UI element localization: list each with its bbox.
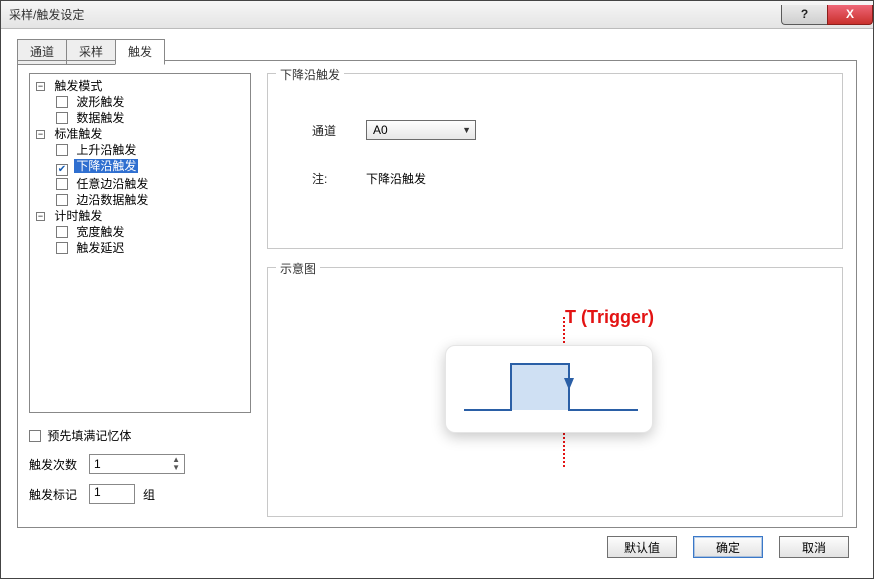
collapse-icon[interactable]: −	[36, 130, 45, 139]
note-label: 注:	[312, 170, 366, 187]
titlebar-buttons: ? X	[781, 5, 873, 25]
falling-edge-waveform-icon	[446, 346, 654, 434]
titlebar: 采样/触发设定 ? X	[1, 1, 873, 29]
waveform-card	[445, 345, 653, 433]
tree-item-width-trigger[interactable]: 宽度触发	[32, 224, 248, 240]
groupbox-falling-edge: 下降沿触发 通道 A0 ▼ 注: 下降沿触发	[267, 73, 843, 249]
tree-group-trigger-mode[interactable]: − 触发模式	[32, 78, 248, 94]
checkbox[interactable]	[56, 194, 68, 206]
checkbox[interactable]	[56, 164, 68, 176]
trigger-mark-label: 触发标记	[29, 486, 89, 503]
prefill-checkbox[interactable]	[29, 430, 41, 442]
collapse-icon[interactable]: −	[36, 212, 45, 221]
tree-item-edge-data[interactable]: 边沿数据触发	[32, 192, 248, 208]
channel-combobox[interactable]: A0 ▼	[366, 120, 476, 140]
channel-label: 通道	[312, 122, 366, 139]
checkbox[interactable]	[56, 96, 68, 108]
checkbox[interactable]	[56, 144, 68, 156]
note-value: 下降沿触发	[366, 170, 426, 187]
window-title: 采样/触发设定	[1, 6, 781, 23]
checkbox[interactable]	[56, 242, 68, 254]
trigger-count-row: 触发次数 1 ▲▼	[29, 454, 251, 474]
prefill-label: 预先填满记忆体	[47, 429, 131, 443]
trigger-text-label: T (Trigger)	[565, 307, 654, 328]
client-area: 通道 采样 触发 − 触发模式 波形触发 数据触发	[11, 33, 863, 568]
tree-group-timed-trigger[interactable]: − 计时触发	[32, 208, 248, 224]
collapse-icon[interactable]: −	[36, 82, 45, 91]
prefill-row: 预先填满记忆体	[29, 427, 251, 444]
ok-button[interactable]: 确定	[693, 536, 763, 558]
trigger-count-spinner[interactable]: 1 ▲▼	[89, 454, 185, 474]
button-bar: 默认值 确定 取消	[607, 536, 849, 558]
checkbox[interactable]	[56, 112, 68, 124]
checkbox[interactable]	[56, 178, 68, 190]
left-panel: − 触发模式 波形触发 数据触发 − 标准触发 上升	[29, 73, 251, 514]
tree-item-waveform-trigger[interactable]: 波形触发	[32, 94, 248, 110]
tree-item-any-edge[interactable]: 任意边沿触发	[32, 176, 248, 192]
groupbox-diagram: 示意图 T (Trigger)	[267, 267, 843, 517]
cancel-button[interactable]: 取消	[779, 536, 849, 558]
note-row: 注: 下降沿触发	[312, 170, 832, 187]
tree-item-trigger-delay[interactable]: 触发延迟	[32, 240, 248, 256]
groupbox-legend: 示意图	[276, 260, 320, 277]
dialog-window: 采样/触发设定 ? X 通道 采样 触发 − 触发模式 波形触发	[0, 0, 874, 579]
diagram: T (Trigger)	[435, 317, 675, 467]
spinner-arrows-icon[interactable]: ▲▼	[172, 456, 180, 472]
tree-item-falling-edge[interactable]: 下降沿触发	[32, 158, 248, 176]
tree-item-data-trigger[interactable]: 数据触发	[32, 110, 248, 126]
trigger-tree[interactable]: − 触发模式 波形触发 数据触发 − 标准触发 上升	[29, 73, 251, 413]
chevron-down-icon: ▼	[462, 125, 471, 135]
trigger-mark-input[interactable]: 1	[89, 484, 135, 504]
help-button[interactable]: ?	[781, 5, 827, 25]
default-button[interactable]: 默认值	[607, 536, 677, 558]
trigger-mark-unit: 组	[143, 486, 155, 503]
trigger-mark-row: 触发标记 1 组	[29, 484, 251, 504]
checkbox[interactable]	[56, 226, 68, 238]
groupbox-legend: 下降沿触发	[276, 66, 344, 83]
tree-item-rising-edge[interactable]: 上升沿触发	[32, 142, 248, 158]
close-button[interactable]: X	[827, 5, 873, 25]
tab-trigger[interactable]: 触发	[115, 39, 165, 65]
tree-group-standard-trigger[interactable]: − 标准触发	[32, 126, 248, 142]
channel-row: 通道 A0 ▼	[312, 120, 832, 140]
trigger-count-label: 触发次数	[29, 456, 89, 473]
right-panel: 下降沿触发 通道 A0 ▼ 注: 下降沿触发 示意图 T (Trigger)	[267, 73, 843, 514]
